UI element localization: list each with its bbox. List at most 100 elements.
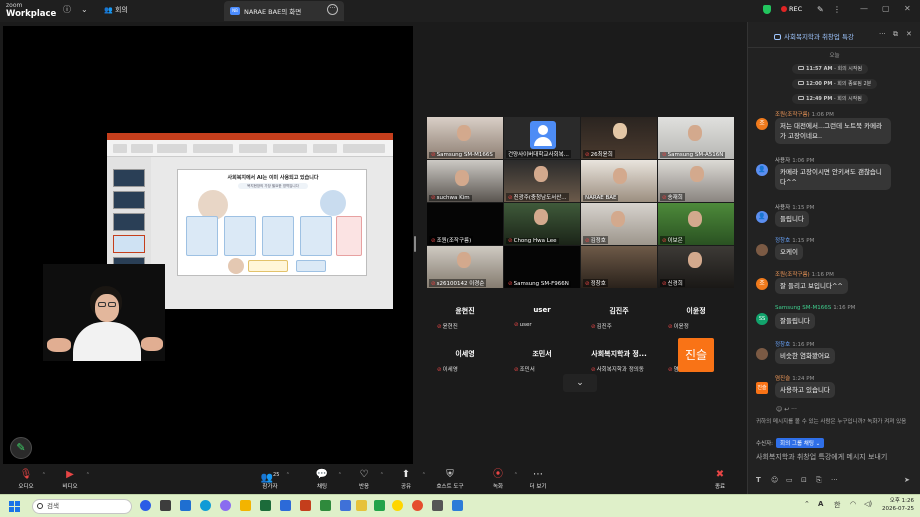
video-tile-active-speaker[interactable]: NARAE BAE <box>581 160 657 202</box>
message-reactions[interactable]: ☺ ↩ ··· <box>776 406 797 413</box>
video-tile[interactable]: ⊘정창호 <box>581 246 657 288</box>
participant-no-video[interactable]: 이세영 ⊘이세영 <box>427 349 503 395</box>
chat-button[interactable]: 💬 채팅 ⌃ <box>302 469 342 490</box>
end-meeting-button[interactable]: ✖ 종료 <box>700 469 740 490</box>
video-tile[interactable]: ⊘suchwa Kim <box>427 160 503 202</box>
more-button[interactable]: ⋯ 더 보기 <box>518 469 558 490</box>
video-tile[interactable]: 건양사이버대학교사회복... <box>504 117 580 159</box>
popout-icon[interactable]: ⧉ <box>893 30 898 39</box>
wifi-icon[interactable]: ◠ <box>850 500 856 508</box>
minimize-icon[interactable]: — <box>860 4 868 13</box>
layout-icon[interactable]: ⋮ <box>833 5 841 15</box>
recipient-selector[interactable]: 수신자: 회의 그룹 채팅 ⌄ <box>756 438 825 448</box>
more-options-icon[interactable]: ··· <box>327 4 338 15</box>
excel-app-icon[interactable] <box>260 500 271 511</box>
tile-name: ⊘Samsung SM-F966N <box>506 281 571 287</box>
video-tile[interactable]: ⊘조원(조작구름) <box>427 203 503 245</box>
video-tile[interactable]: ⊘Samsung SM-A516N <box>658 117 734 159</box>
reply-icon[interactable]: ↩ <box>784 406 789 413</box>
font-icon[interactable]: A <box>818 500 823 508</box>
chevron-up-icon[interactable]: ⌃ <box>42 472 46 478</box>
app-icon[interactable] <box>340 500 351 511</box>
edge-browser-icon[interactable] <box>200 500 211 511</box>
close-icon[interactable]: ✕ <box>906 30 912 38</box>
attach-file-icon[interactable]: ⎘ <box>816 476 822 485</box>
info-icon[interactable]: ⓘ <box>63 5 71 15</box>
app-icon[interactable] <box>452 500 463 511</box>
chevron-down-icon[interactable]: ⌄ <box>81 5 88 15</box>
powerpoint-app-icon[interactable] <box>300 500 311 511</box>
chevron-up-icon[interactable]: ⌃ <box>422 472 426 478</box>
presenter-video[interactable] <box>43 264 165 361</box>
chrome-browser-icon[interactable] <box>412 500 423 511</box>
sender-avatar: SS <box>756 313 768 325</box>
annotate-pen-icon[interactable]: ✎ <box>10 437 32 459</box>
more-options-icon[interactable]: ··· <box>831 476 838 484</box>
recording-indicator[interactable]: REC <box>781 5 802 13</box>
close-icon[interactable]: ✕ <box>904 4 911 13</box>
chevron-up-icon[interactable]: ⌃ <box>86 472 90 478</box>
more-options-icon[interactable]: ··· <box>791 406 797 413</box>
video-tile[interactable]: ⊘진광주(충청남도서산... <box>504 160 580 202</box>
video-tile[interactable]: ⊘이보은 <box>658 203 734 245</box>
mic-muted-icon: ⊘ <box>662 152 667 158</box>
chevron-up-icon[interactable]: ⌃ <box>286 472 290 478</box>
volume-icon[interactable]: ◁) <box>864 500 872 508</box>
zoom-app-icon[interactable] <box>140 500 151 511</box>
copilot-icon[interactable] <box>220 500 231 511</box>
mic-muted-icon: ⊘ <box>508 281 513 287</box>
participant-no-video[interactable]: user ⊘user <box>504 306 580 352</box>
react-button[interactable]: ♡ 반응 ⌃ <box>344 469 384 490</box>
meeting-menu[interactable]: 👥 회의 <box>104 5 128 15</box>
record-button[interactable]: ⦿ 녹화 ⌃ <box>478 469 518 490</box>
maximize-icon[interactable]: ▢ <box>882 4 890 13</box>
video-tile[interactable]: ⊘s26100142 이경순 <box>427 246 503 288</box>
participant-avatar[interactable]: 진슬 <box>678 338 714 372</box>
folder-icon[interactable] <box>240 500 251 511</box>
host-tools-button[interactable]: ⛨ 호스트 도구 <box>428 469 472 490</box>
screenshot-icon[interactable]: ⊡ <box>801 476 807 484</box>
video-tile[interactable]: ⊘Chong Hwa Lee <box>504 203 580 245</box>
paint-tool-icon[interactable]: ✎ <box>817 5 824 15</box>
app-icon[interactable] <box>374 500 385 511</box>
video-button[interactable]: ▶ 비디오 ⌃ <box>50 469 90 490</box>
emoji-icon[interactable]: ☺ <box>771 476 778 484</box>
app-icon[interactable] <box>432 500 443 511</box>
share-button[interactable]: ⬆ 공유 ⌃ <box>386 469 426 490</box>
word-app-icon[interactable] <box>180 500 191 511</box>
ime-indicator[interactable]: 한 <box>834 500 840 510</box>
chat-input[interactable]: 사회복지학과 취창업 특강에게 메시지 보내기 <box>756 452 916 462</box>
share-tab[interactable]: NB NARAE BAE의 화면 ··· <box>224 1 344 21</box>
app-icon[interactable] <box>356 500 367 511</box>
recipient-tag[interactable]: 회의 그룹 채팅 ⌄ <box>776 438 825 448</box>
format-text-icon[interactable]: T <box>756 476 761 484</box>
taskbar-search[interactable]: 검색 <box>32 499 132 514</box>
video-tile[interactable]: ⊘신경희 <box>658 246 734 288</box>
emoji-react-icon[interactable]: ☺ <box>776 406 782 413</box>
video-tile[interactable]: ⊘김정호 <box>581 203 657 245</box>
participant-no-video[interactable]: 윤현진 ⊘윤현진 <box>427 306 503 352</box>
chevron-down-icon[interactable]: ⌄ <box>563 374 597 392</box>
chat-header: 사회복지학과 취창업 특강 ··· ⧉ ✕ <box>748 22 920 48</box>
video-tile[interactable]: ⊘Samsung SM-F966N <box>504 246 580 288</box>
more-options-icon[interactable]: ··· <box>879 30 886 38</box>
video-tile[interactable]: ⊘Samsung SM-M166S <box>427 117 503 159</box>
gif-icon[interactable]: ▭ <box>786 476 793 484</box>
audio-button[interactable]: 🎙 오디오 ⌃ <box>6 469 46 490</box>
video-tile[interactable]: ⊘송재희 <box>658 160 734 202</box>
kakaotalk-icon[interactable] <box>392 500 403 511</box>
app-icon[interactable] <box>320 500 331 511</box>
windows-start-icon[interactable] <box>9 501 20 512</box>
participant-no-video[interactable]: 김진주 ⊘김진주 <box>581 306 657 352</box>
file-explorer-icon[interactable] <box>160 500 171 511</box>
video-tile[interactable]: ⊘26최윤희 <box>581 117 657 159</box>
split-view-handle[interactable] <box>414 236 416 252</box>
participants-button[interactable]: 👥25 참가자 ⌃ <box>250 469 290 490</box>
taskbar-clock[interactable]: 오후 1:26 2026-07-25 <box>876 497 914 513</box>
outlook-app-icon[interactable] <box>280 500 291 511</box>
chevron-up-icon[interactable]: ⌃ <box>804 500 810 508</box>
chevron-up-icon[interactable]: ⌃ <box>380 472 384 478</box>
send-icon[interactable]: ➤ <box>904 476 910 484</box>
chevron-up-icon[interactable]: ⌃ <box>338 472 342 478</box>
security-shield-icon[interactable] <box>763 5 771 14</box>
